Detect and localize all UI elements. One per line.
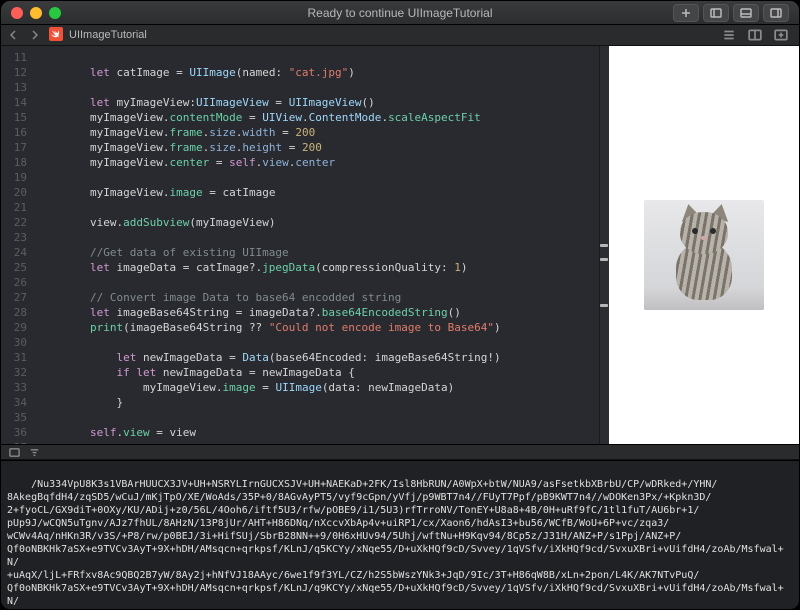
jump-bar: UIImageTutorial (1, 25, 799, 46)
main-split: 11 12 13 14 15 16 17 18 19 20 21 22 23 2… (1, 46, 799, 444)
titlebar: Ready to continue UIImageTutorial (1, 1, 799, 25)
console-toggle-icon[interactable] (7, 445, 21, 459)
panel-left-toggle[interactable] (703, 4, 729, 22)
adjust-editor-icon[interactable] (745, 27, 765, 43)
preview-canvas (609, 46, 799, 444)
console-filter-icon[interactable] (27, 445, 41, 459)
nav-forward-button[interactable] (29, 30, 43, 40)
debug-console[interactable]: /Nu334VpU8K3s1VBArHUUCX3JV+UH+NSRYLIrnGU… (1, 460, 799, 609)
console-output: /Nu334VpU8K3s1VBArHUUCX3JV+UH+NSRYLIrnGU… (7, 479, 790, 609)
swift-file-icon (49, 27, 63, 44)
cat-image-preview (644, 200, 764, 310)
jump-bar-right (719, 27, 791, 43)
minimap-marker (600, 304, 608, 307)
console-tabs (1, 444, 799, 460)
line-gutter: 11 12 13 14 15 16 17 18 19 20 21 22 23 2… (1, 46, 33, 444)
add-button[interactable] (673, 4, 699, 22)
toolbar-right (673, 4, 789, 22)
traffic-lights (11, 7, 61, 19)
panel-bottom-toggle[interactable] (733, 4, 759, 22)
minimize-window-button[interactable] (30, 7, 42, 19)
code-editor[interactable]: let catImage = UIImage(named: "cat.jpg")… (33, 46, 599, 444)
minimap-marker (600, 244, 608, 247)
minimap-marker (600, 258, 608, 261)
panel-right-toggle[interactable] (763, 4, 789, 22)
breadcrumb-file[interactable]: UIImageTutorial (69, 29, 147, 41)
minimap-scrollbar[interactable] (599, 46, 609, 444)
nav-back-button[interactable] (9, 30, 23, 40)
zoom-window-button[interactable] (49, 7, 61, 19)
xcode-window: Ready to continue UIImageTutorial (0, 0, 800, 610)
editor-pane: 11 12 13 14 15 16 17 18 19 20 21 22 23 2… (1, 46, 609, 444)
window-title: Ready to continue UIImageTutorial (308, 6, 493, 20)
related-items-icon[interactable] (719, 27, 739, 43)
close-window-button[interactable] (11, 7, 23, 19)
add-editor-icon[interactable] (771, 27, 791, 43)
